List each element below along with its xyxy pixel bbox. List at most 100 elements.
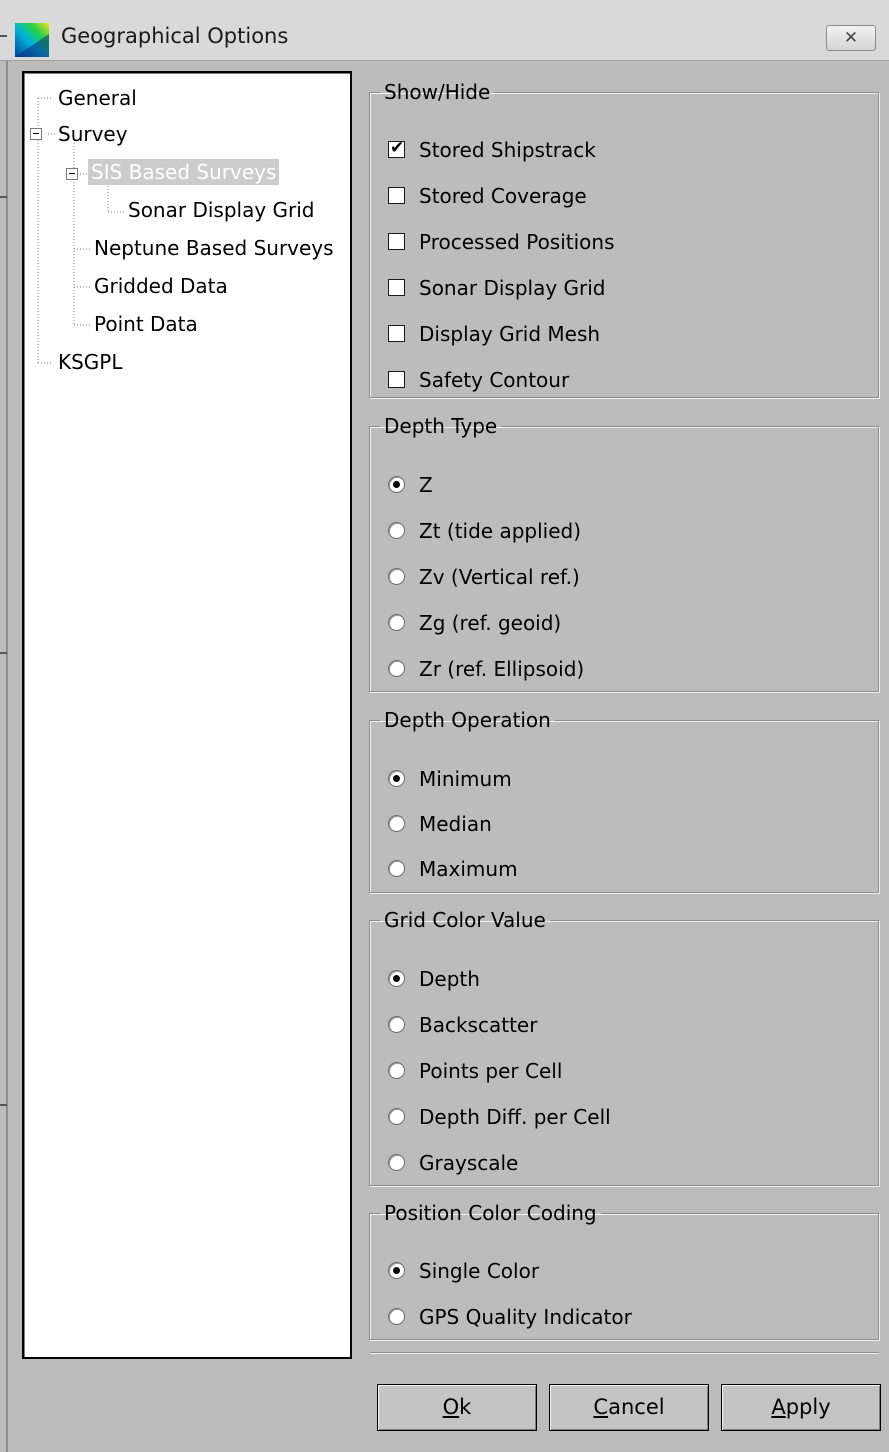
checkbox-box (388, 279, 405, 296)
edge-tick (0, 1104, 7, 1106)
radio-label: Depth Diff. per Cell (419, 1105, 611, 1129)
radio-label: Median (419, 812, 492, 836)
grid-color-backscatter-radio[interactable]: Backscatter (388, 1013, 537, 1037)
tree-item-survey[interactable]: Survey (58, 121, 128, 147)
checkbox-label: Processed Positions (419, 230, 615, 254)
grid-color-depth-diff-radio[interactable]: Depth Diff. per Cell (388, 1105, 611, 1129)
position-color-coding-title: Position Color Coding (384, 1201, 597, 1225)
depth-type-z-radio[interactable]: Z (388, 473, 433, 497)
apply-label: pply (785, 1395, 831, 1419)
depth-operation-group: Depth Operation Minimum Median Maximum (369, 709, 879, 893)
tree-item-ksgpl[interactable]: KSGPL (58, 349, 123, 375)
grid-color-grayscale-radio[interactable]: Grayscale (388, 1151, 518, 1175)
radio-button-icon (388, 1016, 405, 1033)
grid-color-points-per-cell-radio[interactable]: Points per Cell (388, 1059, 562, 1083)
grid-color-value-group: Grid Color Value Depth Backscatter Point… (369, 909, 879, 1186)
checkbox-label: Stored Coverage (419, 184, 587, 208)
tree-collapse-icon[interactable] (66, 168, 78, 180)
tree-item-point-data[interactable]: Point Data (94, 311, 198, 337)
radio-button-icon (388, 522, 405, 539)
radio-label: Points per Cell (419, 1059, 563, 1083)
radio-button-icon (388, 1308, 405, 1325)
checkbox-box: ✔ (388, 138, 405, 158)
show-hide-group: Show/Hide ✔ Stored Shipstrack Stored Cove… (369, 81, 879, 398)
radio-button-icon (388, 770, 405, 787)
radio-label: Zt (tide applied) (419, 519, 582, 543)
ok-label: k (459, 1395, 472, 1419)
position-color-gps-quality-radio[interactable]: GPS Quality Indicator (388, 1305, 632, 1329)
checkbox-box (388, 371, 405, 388)
position-color-single-color-radio[interactable]: Single Color (388, 1259, 539, 1283)
apply-button[interactable]: Apply (721, 1384, 881, 1431)
depth-type-zt-radio[interactable]: Zt (tide applied) (388, 519, 581, 543)
close-icon: ✕ (843, 28, 859, 48)
depth-operation-median-radio[interactable]: Median (388, 812, 492, 836)
checkbox-box (388, 187, 405, 204)
depth-type-zv-radio[interactable]: Zv (Vertical ref.) (388, 565, 580, 589)
radio-label: Zr (ref. Ellipsoid) (419, 657, 585, 681)
depth-operation-minimum-radio[interactable]: Minimum (388, 767, 512, 791)
checkmark-icon: ✔ (390, 138, 405, 158)
checkbox-label: Stored Shipstrack (419, 138, 596, 162)
safety-contour-checkbox[interactable]: Safety Contour (388, 368, 569, 392)
depth-operation-title: Depth Operation (384, 708, 551, 732)
depth-type-zr-radio[interactable]: Zr (ref. Ellipsoid) (388, 657, 584, 681)
stored-coverage-checkbox[interactable]: Stored Coverage (388, 184, 587, 208)
grid-color-depth-radio[interactable]: Depth (388, 967, 480, 991)
radio-button-icon (388, 1108, 405, 1125)
checkbox-label: Safety Contour (419, 368, 570, 392)
stored-shipstrack-checkbox[interactable]: ✔ Stored Shipstrack (388, 138, 596, 162)
depth-operation-maximum-radio[interactable]: Maximum (388, 857, 518, 881)
radio-button-icon (388, 1062, 405, 1079)
checkbox-label: Sonar Display Grid (419, 276, 606, 300)
ok-button[interactable]: Ok (377, 1384, 537, 1431)
tree-collapse-icon[interactable] (30, 128, 42, 140)
window-edge (6, 61, 8, 1452)
radio-button-icon (388, 476, 405, 493)
radio-label: Z (419, 473, 433, 497)
apply-accelerator: A (771, 1395, 786, 1419)
radio-button-icon (388, 970, 405, 987)
radio-label: Depth (419, 967, 480, 991)
radio-button-icon (388, 1154, 405, 1171)
edge-tick (0, 652, 7, 654)
cancel-button[interactable]: Cancel (549, 1384, 709, 1431)
depth-type-group: Depth Type Z Zt (tide applied) Zv (Verti… (369, 415, 879, 692)
tree-item-sonar-display-grid[interactable]: Sonar Display Grid (128, 197, 315, 223)
cancel-accelerator: C (593, 1395, 609, 1419)
app-icon (15, 23, 49, 57)
show-hide-title: Show/Hide (384, 80, 491, 104)
radio-button-icon (388, 860, 405, 877)
depth-type-zg-radio[interactable]: Zg (ref. geoid) (388, 611, 561, 635)
checkbox-box (388, 325, 405, 342)
close-button[interactable]: ✕ (826, 25, 876, 51)
cancel-label: ancel (608, 1395, 665, 1419)
edge-tick (0, 196, 7, 198)
button-separator (370, 1352, 879, 1353)
radio-label: Maximum (419, 857, 518, 881)
display-grid-mesh-checkbox[interactable]: Display Grid Mesh (388, 322, 600, 346)
processed-positions-checkbox[interactable]: Processed Positions (388, 230, 615, 254)
title-bar: Geographical Options ✕ (0, 0, 889, 61)
radio-button-icon (388, 660, 405, 677)
tree-item-neptune-based-surveys[interactable]: Neptune Based Surveys (94, 235, 334, 261)
edge-tick (0, 35, 7, 37)
radio-label: Grayscale (419, 1151, 519, 1175)
tree-item-gridded-data[interactable]: Gridded Data (94, 273, 228, 299)
radio-label: Minimum (419, 767, 512, 791)
sonar-display-grid-checkbox[interactable]: Sonar Display Grid (388, 276, 606, 300)
radio-label: Single Color (419, 1259, 540, 1283)
tree-connector-lines (37, 97, 124, 364)
options-tree[interactable]: General Survey SIS Based Surveys Sonar D… (22, 71, 352, 1359)
checkbox-box (388, 233, 405, 250)
radio-label: Zg (ref. geoid) (419, 611, 562, 635)
radio-label: Backscatter (419, 1013, 538, 1037)
checkbox-label: Display Grid Mesh (419, 322, 601, 346)
radio-button-icon (388, 1262, 405, 1279)
grid-color-value-title: Grid Color Value (384, 908, 546, 932)
window-title: Geographical Options (61, 24, 289, 48)
radio-button-icon (388, 614, 405, 631)
tree-item-sis-based-surveys[interactable]: SIS Based Surveys (88, 159, 280, 185)
tree-item-general[interactable]: General (58, 85, 137, 111)
radio-label: Zv (Vertical ref.) (419, 565, 580, 589)
